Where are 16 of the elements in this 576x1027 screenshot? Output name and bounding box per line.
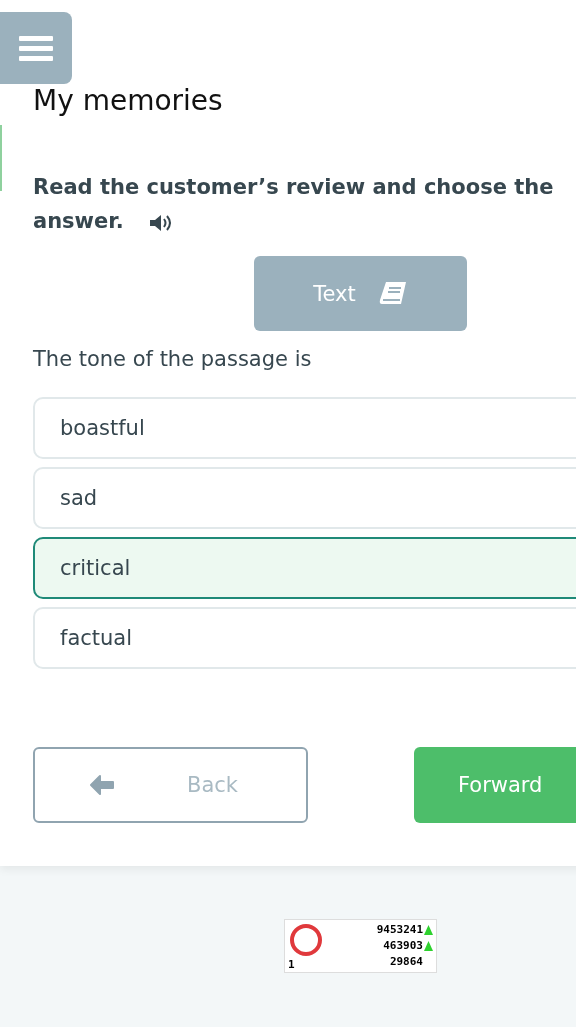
answer-option[interactable]: boastful bbox=[33, 397, 576, 459]
counter-value: 9453241 bbox=[376, 922, 423, 938]
counter-index: 1 bbox=[288, 959, 296, 971]
circle-icon bbox=[288, 922, 324, 958]
counter-value: 463903 bbox=[383, 938, 423, 954]
counter-value: 29864 bbox=[389, 954, 423, 970]
question-text: The tone of the passage is bbox=[33, 347, 313, 371]
page-title: My memories bbox=[33, 84, 224, 118]
answer-option[interactable]: factual bbox=[33, 607, 576, 669]
answer-option[interactable]: sad bbox=[33, 467, 576, 529]
menu-icon bbox=[19, 34, 53, 62]
instruction-line: Read the customer’s review and choose the bbox=[33, 174, 554, 201]
answer-option[interactable]: critical bbox=[33, 537, 576, 599]
arrow-left-icon bbox=[89, 774, 115, 796]
instruction-line: answer. bbox=[33, 208, 124, 235]
side-marker bbox=[0, 125, 2, 191]
